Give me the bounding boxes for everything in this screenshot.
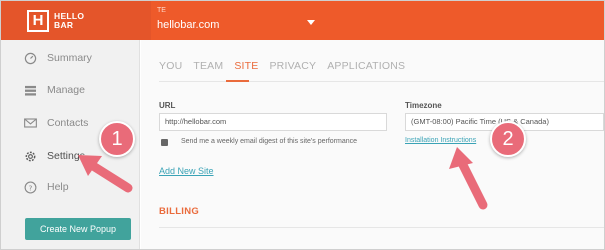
billing-divider: [159, 227, 604, 228]
tab-site[interactable]: SITE: [234, 60, 258, 72]
chevron-down-icon: [307, 20, 315, 25]
sidebar-item-summary[interactable]: Summary: [1, 43, 140, 73]
gauge-icon: [23, 51, 37, 65]
annotation-badge-1: 1: [99, 121, 135, 157]
sidebar-item-label: Contacts: [47, 117, 89, 129]
svg-text:?: ?: [28, 183, 32, 192]
url-field[interactable]: http://hellobar.com: [159, 113, 387, 131]
top-bar: H HELLO BAR TE hellobar.com: [1, 1, 604, 40]
digest-checkbox-label: Send me a weekly email digest of this si…: [181, 138, 358, 145]
settings-panel: YOU TEAM SITE PRIVACY APPLICATIONS URL h…: [141, 40, 604, 249]
digest-checkbox[interactable]: [161, 139, 168, 146]
active-tab-indicator: [226, 80, 249, 82]
question-icon: ?: [23, 180, 37, 194]
site-selector[interactable]: TE hellobar.com: [157, 7, 327, 35]
sidebar-item-label: Help: [47, 181, 69, 193]
tab-team[interactable]: TEAM: [193, 60, 223, 72]
annotation-arrow-2: [449, 147, 488, 210]
timezone-label: Timezone: [405, 101, 442, 110]
tab-privacy[interactable]: PRIVACY: [269, 60, 316, 72]
billing-heading: BILLING: [159, 206, 200, 217]
hellobar-logo: H HELLO BAR: [27, 10, 107, 32]
annotation-badge-2: 2: [490, 121, 526, 157]
envelope-icon: [23, 116, 37, 130]
tab-applications[interactable]: APPLICATIONS: [327, 60, 405, 72]
tab-you[interactable]: YOU: [159, 60, 182, 72]
site-selector-caption: TE: [157, 7, 166, 14]
logo-mark-icon: H: [27, 10, 49, 32]
logo-text-line2: BAR: [54, 20, 74, 30]
site-name: hellobar.com: [157, 19, 220, 31]
sidebar-item-manage[interactable]: Manage: [1, 75, 140, 105]
create-new-popup-button[interactable]: Create New Popup: [25, 218, 131, 240]
add-new-site-link[interactable]: Add New Site: [159, 166, 214, 176]
gear-icon: [23, 149, 37, 163]
url-label: URL: [159, 101, 176, 110]
settings-tabs: YOU TEAM SITE PRIVACY APPLICATIONS: [159, 60, 416, 72]
logo-text: HELLO BAR: [54, 12, 84, 30]
sidebar-item-label: Manage: [47, 84, 85, 96]
list-icon: [23, 83, 37, 97]
sidebar-item-label: Summary: [47, 52, 92, 64]
logo-area[interactable]: H HELLO BAR: [1, 1, 151, 40]
